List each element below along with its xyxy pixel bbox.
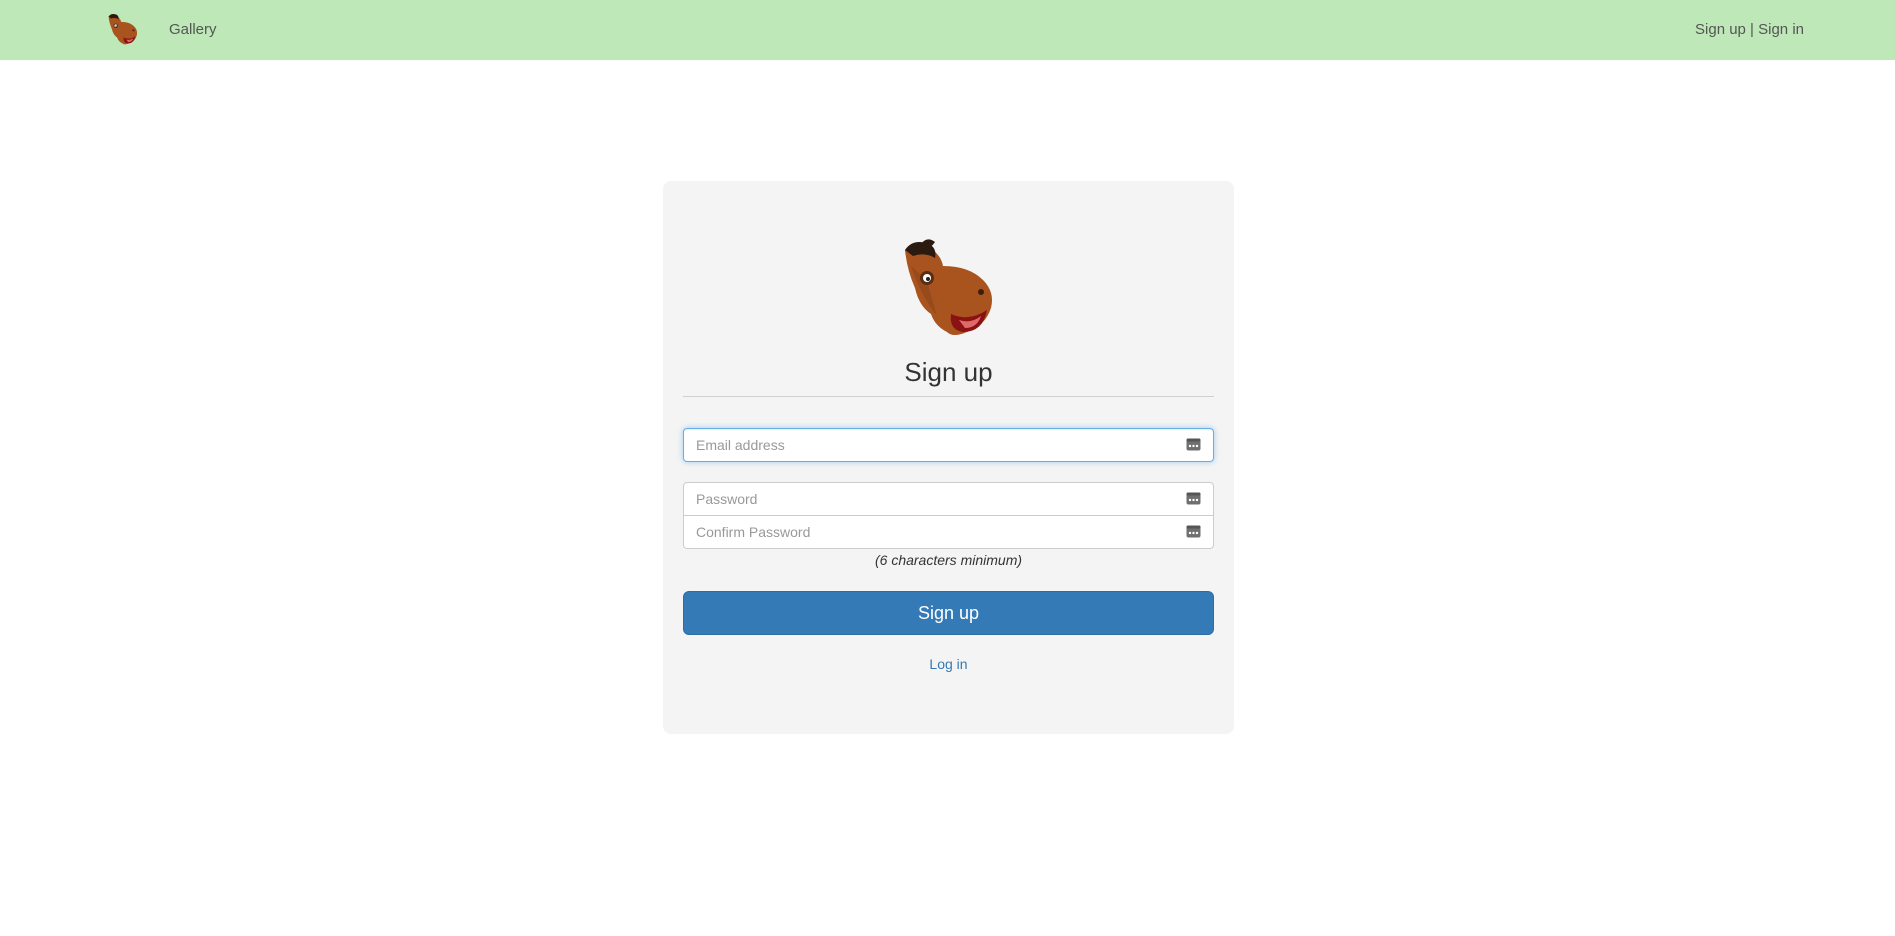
login-link-container: Log in	[683, 656, 1214, 672]
password-field-wrapper	[683, 482, 1214, 516]
page-title: Sign up	[904, 357, 993, 387]
password-manager-key-icon[interactable]	[1186, 492, 1201, 505]
confirm-password-field-wrapper	[683, 515, 1214, 549]
email-field-wrapper	[683, 428, 1214, 462]
signup-submit-button[interactable]: Sign up	[683, 591, 1214, 635]
password-length-hint: (6 characters minimum)	[874, 552, 1023, 568]
login-link[interactable]: Log in	[929, 656, 967, 672]
nav-signin-link[interactable]: Sign in	[1758, 21, 1804, 38]
nav-signup-link[interactable]: Sign up	[1695, 21, 1746, 38]
top-navbar: Gallery Sign up | Sign in	[0, 0, 1895, 60]
password-field[interactable]	[683, 482, 1214, 516]
auth-links: Sign up | Sign in	[1695, 0, 1804, 60]
title-divider	[683, 396, 1214, 397]
nav-gallery-link[interactable]: Gallery	[169, 0, 217, 60]
signup-card: Sign up (6 characters m	[663, 181, 1234, 734]
confirm-password-field[interactable]	[683, 515, 1214, 549]
password-manager-key-icon[interactable]	[1186, 525, 1201, 538]
password-manager-key-icon[interactable]	[1186, 438, 1201, 451]
camel-mascot-icon[interactable]	[104, 12, 140, 48]
email-field[interactable]	[683, 428, 1214, 462]
auth-links-separator: |	[1745, 21, 1759, 38]
camel-mascot-icon	[905, 239, 992, 335]
